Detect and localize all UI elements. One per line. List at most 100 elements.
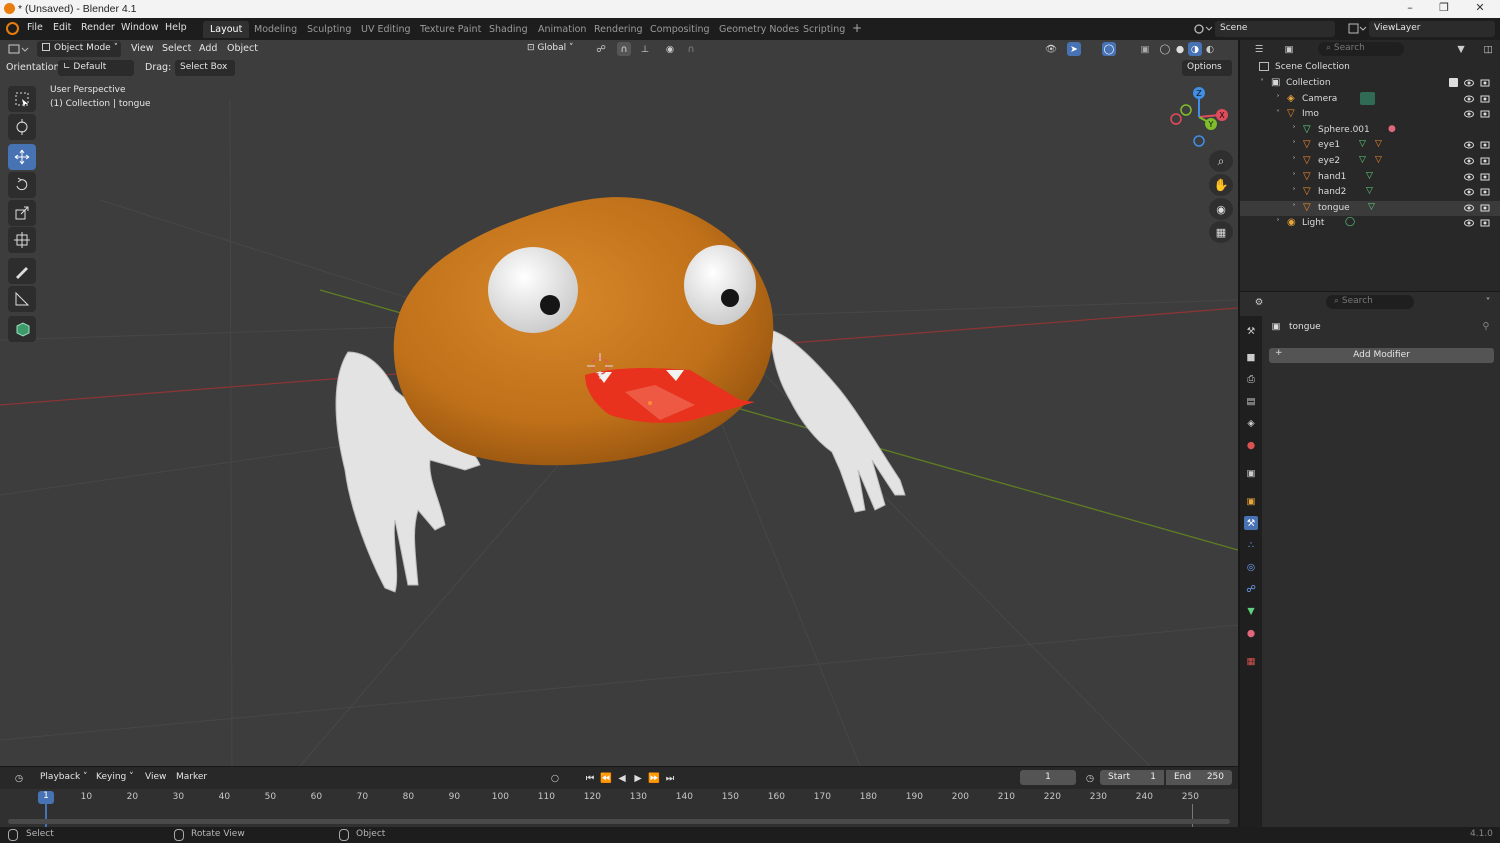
- expand-caret-icon[interactable]: ˃: [1292, 125, 1296, 134]
- texture-properties-tab[interactable]: ▦: [1244, 654, 1258, 668]
- visibility-eye-icon[interactable]: [1464, 218, 1474, 228]
- proportional-editing-icon[interactable]: ◉: [663, 42, 677, 56]
- gizmo-toggle-icon[interactable]: ➤: [1067, 42, 1081, 56]
- jump-start-icon[interactable]: ⏮: [583, 771, 597, 785]
- play-icon[interactable]: ▶: [631, 771, 645, 785]
- tab-uv-editing[interactable]: UV Editing: [354, 21, 418, 38]
- tool-move[interactable]: [8, 144, 36, 170]
- play-reverse-icon[interactable]: ◀: [615, 771, 629, 785]
- outliner-item-hand2[interactable]: ˃ ▽ hand2 ▽: [1240, 185, 1500, 201]
- tool-properties-tab[interactable]: ⚒: [1244, 324, 1258, 338]
- pin-icon[interactable]: ⚲: [1480, 320, 1492, 332]
- outliner-item-hand1[interactable]: ˃ ▽ hand1 ▽: [1240, 170, 1500, 186]
- outliner-search-input[interactable]: ⌕ Search: [1318, 42, 1404, 56]
- timeline-menu-playback[interactable]: Playback ˅: [40, 772, 88, 782]
- outliner-item-eye2[interactable]: ˃ ▽ eye2 ▽ ▽: [1240, 154, 1500, 170]
- render-camera-icon[interactable]: [1480, 140, 1490, 150]
- timeline-menu-view[interactable]: View: [145, 772, 166, 782]
- visibility-eye-icon[interactable]: [1464, 172, 1474, 182]
- shading-rendered-icon[interactable]: ◐: [1203, 42, 1217, 56]
- tool-transform[interactable]: [8, 227, 36, 253]
- menu-render[interactable]: Render: [81, 22, 115, 33]
- expand-caret-icon[interactable]: ˃: [1292, 203, 1296, 212]
- particles-properties-tab[interactable]: ∴: [1244, 538, 1258, 552]
- shading-solid-icon[interactable]: ●: [1173, 42, 1187, 56]
- filter-icon[interactable]: ▼: [1452, 42, 1470, 56]
- tab-sculpting[interactable]: Sculpting: [300, 21, 358, 38]
- options-dropdown[interactable]: Options: [1182, 60, 1232, 76]
- properties-search-input[interactable]: ⌕ Search: [1326, 295, 1414, 309]
- render-camera-icon[interactable]: [1480, 78, 1490, 88]
- visibility-eye-icon[interactable]: [1464, 187, 1474, 197]
- render-camera-icon[interactable]: [1480, 156, 1490, 166]
- expand-caret-icon[interactable]: ˅: [1260, 78, 1264, 87]
- overlays-toggle-icon[interactable]: ◯: [1102, 42, 1116, 56]
- visibility-eye-icon[interactable]: [1464, 94, 1474, 104]
- scene-selector[interactable]: Scene: [1215, 21, 1335, 37]
- constraints-properties-tab[interactable]: ☍: [1244, 582, 1258, 596]
- viewport-menu-add[interactable]: Add: [199, 43, 217, 54]
- render-camera-icon[interactable]: [1480, 109, 1490, 119]
- minimize-button[interactable]: –: [1395, 1, 1425, 17]
- tool-select-box[interactable]: [8, 86, 36, 112]
- expand-caret-icon[interactable]: ˃: [1292, 140, 1296, 149]
- visibility-selectability-icon[interactable]: 👁: [1040, 42, 1062, 56]
- tab-geometry-nodes[interactable]: Geometry Nodes: [712, 21, 806, 38]
- blender-menu-icon[interactable]: [6, 22, 19, 35]
- outliner-item-collection[interactable]: ˅ ▣ Collection: [1240, 76, 1500, 92]
- playhead[interactable]: 1: [38, 791, 54, 804]
- tool-cursor[interactable]: [8, 114, 36, 140]
- tool-add-cube[interactable]: [8, 316, 36, 342]
- render-camera-icon[interactable]: [1480, 218, 1490, 228]
- menu-edit[interactable]: Edit: [53, 22, 71, 33]
- tab-rendering[interactable]: Rendering: [587, 21, 650, 38]
- tool-rotate[interactable]: [8, 172, 36, 198]
- object-properties-tab[interactable]: ▣: [1244, 494, 1258, 508]
- render-camera-icon[interactable]: [1480, 172, 1490, 182]
- tool-measure[interactable]: [8, 286, 36, 312]
- viewport-menu-view[interactable]: View: [131, 43, 154, 54]
- transform-orientation-dropdown[interactable]: ⊡ Global ˅: [522, 41, 582, 57]
- xray-toggle-icon[interactable]: ▣: [1138, 42, 1152, 56]
- tab-compositing[interactable]: Compositing: [643, 21, 717, 38]
- physics-properties-tab[interactable]: ◎: [1244, 560, 1258, 574]
- visibility-eye-icon[interactable]: [1464, 140, 1474, 150]
- properties-options-icon[interactable]: ˅: [1480, 295, 1496, 309]
- viewport-menu-select[interactable]: Select: [162, 43, 191, 54]
- pan-view-button[interactable]: ✋: [1209, 174, 1233, 196]
- properties-editor-type-icon[interactable]: ⚙: [1248, 295, 1270, 309]
- outliner-item-light[interactable]: ˃ ◉ Light ◯: [1240, 216, 1500, 232]
- tool-annotate[interactable]: [8, 258, 36, 284]
- outliner-item-camera[interactable]: ˃ ◈ Camera: [1240, 91, 1500, 108]
- render-camera-icon[interactable]: [1480, 203, 1490, 213]
- output-properties-tab[interactable]: ⎙: [1244, 372, 1258, 386]
- tab-layout[interactable]: Layout: [203, 21, 250, 38]
- mode-dropdown[interactable]: Object Mode ˅: [37, 41, 121, 57]
- render-camera-icon[interactable]: [1480, 187, 1490, 197]
- view-layer-properties-tab[interactable]: ▤: [1244, 394, 1258, 408]
- start-frame-field[interactable]: Start 1: [1100, 770, 1164, 785]
- visibility-eye-icon[interactable]: [1464, 109, 1474, 119]
- timeline-menu-keying[interactable]: Keying ˅: [96, 772, 134, 782]
- visibility-eye-icon[interactable]: [1464, 156, 1474, 166]
- view-layer-icon[interactable]: [1347, 22, 1367, 36]
- outliner-item-eye1[interactable]: ˃ ▽ eye1 ▽ ▽: [1240, 138, 1500, 154]
- viewport-menu-object[interactable]: Object: [227, 43, 258, 54]
- pivot-point-icon[interactable]: ☍: [590, 42, 612, 56]
- close-button[interactable]: ✕: [1465, 1, 1495, 17]
- add-workspace-button[interactable]: +: [852, 21, 862, 35]
- tab-animation[interactable]: Animation: [531, 21, 593, 38]
- expand-caret-icon[interactable]: ˃: [1292, 187, 1296, 196]
- add-modifier-button[interactable]: + Add Modifier: [1269, 348, 1494, 363]
- snap-toggle-icon[interactable]: ∩: [617, 42, 631, 56]
- timeline-ruler[interactable]: 10 20 30 40 50 60 70 80 90 100 110 120 130 140 150 160 1…: [0, 789, 1238, 827]
- jump-keyframe-forward-icon[interactable]: ⏩: [647, 771, 661, 785]
- data-properties-tab[interactable]: ▼: [1244, 604, 1258, 618]
- shading-wireframe-icon[interactable]: ◯: [1158, 42, 1172, 56]
- outliner-item-sphere-001[interactable]: ˃ ▽ Sphere.001 ●: [1240, 123, 1500, 139]
- outliner-scene-collection[interactable]: Scene Collection: [1240, 60, 1500, 76]
- tab-shading[interactable]: Shading: [482, 21, 535, 38]
- display-mode-icon[interactable]: ▣: [1278, 42, 1300, 56]
- 3d-viewport[interactable]: Object Mode ˅ View Select Add Object ⊡ G…: [0, 40, 1238, 766]
- material-properties-tab[interactable]: ●: [1244, 626, 1258, 640]
